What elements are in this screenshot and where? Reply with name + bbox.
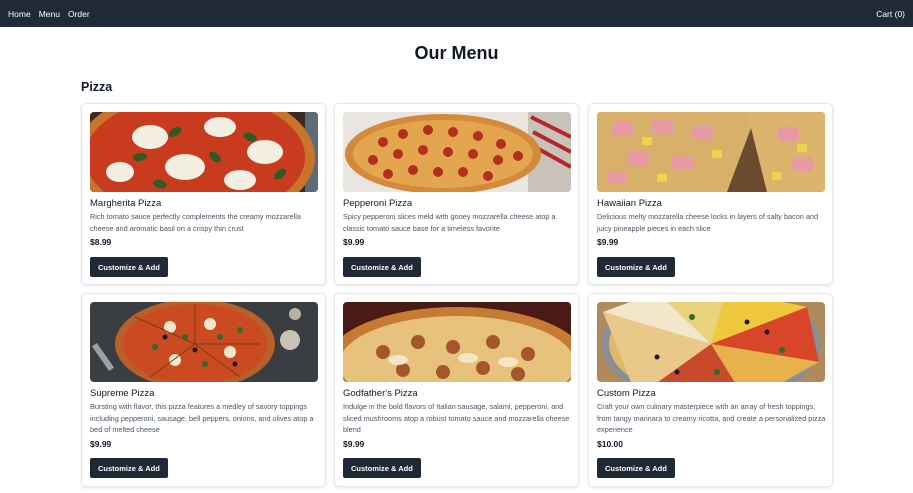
customize-add-button[interactable]: Customize & Add — [343, 257, 421, 277]
customize-add-button[interactable]: Customize & Add — [597, 458, 675, 478]
pizza-description: Indulge in the bold flavors of Italian s… — [343, 402, 570, 435]
pizza-name: Pepperoni Pizza — [343, 198, 413, 209]
nav-link-menu[interactable]: Menu — [39, 9, 60, 19]
pizza-price: $9.99 — [343, 439, 365, 449]
menu-card-custom: Custom Pizza Craft your own culinary mas… — [588, 293, 833, 487]
pizza-name: Supreme Pizza — [90, 388, 155, 399]
nav-link-home[interactable]: Home — [8, 9, 31, 19]
customize-add-button[interactable]: Customize & Add — [343, 458, 421, 478]
nav-links: Home Menu Order — [8, 9, 90, 19]
menu-card-godfathers: Godfather's Pizza Indulge in the bold fl… — [334, 293, 579, 487]
pizza-description: Rich tomato sauce perfectly complements … — [90, 212, 301, 233]
section-title-pizza: Pizza — [81, 80, 113, 94]
pizza-image-custom — [597, 302, 825, 382]
pizza-price: $9.99 — [343, 237, 365, 247]
pizza-description: Delicious melty mozzarella cheese locks … — [597, 212, 819, 233]
pizza-description: Bursting with flavor, this pizza feature… — [90, 402, 314, 435]
pizza-price: $8.99 — [90, 237, 112, 247]
customize-add-button[interactable]: Customize & Add — [597, 257, 675, 277]
customize-add-button[interactable]: Customize & Add — [90, 458, 168, 478]
pizza-description: Spicy pepperoni slices meld with gooey m… — [343, 212, 556, 233]
pizza-name: Hawaiian Pizza — [597, 198, 662, 209]
pizza-price: $9.99 — [597, 237, 619, 247]
pizza-name: Margherita Pizza — [90, 198, 162, 209]
pizza-image-supreme — [90, 302, 318, 382]
pizza-description: Craft your own culinary masterpiece with… — [597, 402, 826, 435]
pizza-image-hawaiian — [597, 112, 825, 192]
top-navbar: Home Menu Order Cart (0) — [0, 0, 913, 27]
pizza-image-pepperoni — [343, 112, 571, 192]
menu-card-margherita: Margherita Pizza Rich tomato sauce perfe… — [81, 103, 326, 285]
cart-link[interactable]: Cart (0) — [876, 9, 905, 19]
menu-card-supreme: Supreme Pizza Bursting with flavor, this… — [81, 293, 326, 487]
pizza-price: $9.99 — [90, 439, 112, 449]
pizza-name: Godfather's Pizza — [343, 388, 418, 399]
menu-card-pepperoni: Pepperoni Pizza Spicy pepperoni slices m… — [334, 103, 579, 285]
nav-link-order[interactable]: Order — [68, 9, 90, 19]
customize-add-button[interactable]: Customize & Add — [90, 257, 168, 277]
pizza-price: $10.00 — [597, 439, 623, 449]
pizza-name: Custom Pizza — [597, 388, 656, 399]
pizza-image-godfathers — [343, 302, 571, 382]
menu-card-hawaiian: Hawaiian Pizza Delicious melty mozzarell… — [588, 103, 833, 285]
pizza-image-margherita — [90, 112, 318, 192]
page-title: Our Menu — [414, 43, 499, 63]
